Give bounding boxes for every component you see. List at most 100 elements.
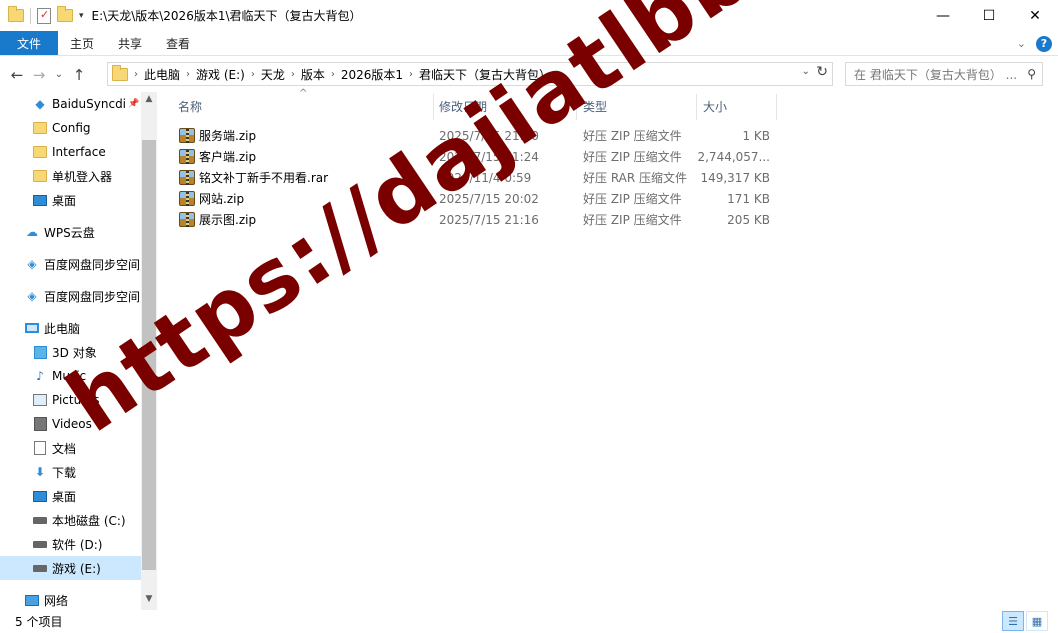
zip-archive-icon <box>179 128 195 143</box>
help-icon[interactable]: ? <box>1036 35 1052 52</box>
file-row[interactable]: 铭文补丁新手不用看.rar 2024/11/4 0:59 好压 RAR 压缩文件… <box>175 167 785 188</box>
item-count: 5 个项目 <box>15 615 63 629</box>
column-header-type[interactable]: 类型 <box>583 92 693 120</box>
column-header-size[interactable]: 大小 <box>703 92 773 120</box>
forward-button[interactable]: → <box>28 66 50 84</box>
chevron-right-icon[interactable]: › <box>557 69 561 80</box>
expand-ribbon-icon[interactable]: ⌄ <box>1017 37 1026 50</box>
sidebar-item-videos[interactable]: Videos <box>32 412 157 436</box>
back-button[interactable]: ← <box>6 66 28 84</box>
sidebar-item-baidu-sync-2[interactable]: ◈ 百度网盘同步空间 <box>24 284 157 308</box>
sidebar-item-interface[interactable]: Interface <box>32 140 157 164</box>
rar-archive-icon <box>179 170 195 185</box>
properties-icon[interactable] <box>37 7 51 24</box>
sidebar-item-desktop-2[interactable]: 桌面 <box>32 484 157 508</box>
file-name: 客户端.zip <box>199 150 257 164</box>
refresh-icon[interactable]: ↻ <box>816 64 828 80</box>
sidebar-item-drive-d[interactable]: 软件 (D:) <box>32 532 157 556</box>
column-divider[interactable] <box>576 94 577 120</box>
3d-objects-icon <box>32 344 48 360</box>
videos-icon <box>32 416 48 432</box>
ribbon-tabs: 文件 主页 共享 查看 ⌄ ? <box>0 31 1058 56</box>
folder-icon <box>32 168 48 184</box>
baidu-icon: ◈ <box>27 257 37 271</box>
tab-view[interactable]: 查看 <box>154 31 202 55</box>
tab-file[interactable]: 文件 <box>0 31 58 55</box>
breadcrumb-2026-version[interactable]: 2026版本1 <box>335 66 409 83</box>
tab-home[interactable]: 主页 <box>58 31 106 55</box>
sidebar-item-config[interactable]: Config <box>32 116 157 140</box>
sidebar-item-drive-e[interactable]: 游戏 (E:) <box>0 556 141 580</box>
close-button[interactable]: ✕ <box>1012 0 1058 31</box>
computer-icon <box>24 320 40 336</box>
sidebar-item-downloads[interactable]: ⬇ 下载 <box>32 460 157 484</box>
sidebar-item-3d-objects[interactable]: 3D 对象 <box>32 340 157 364</box>
file-name: 服务端.zip <box>199 129 257 143</box>
breadcrumb-version[interactable]: 版本 <box>295 66 331 83</box>
file-date: 2024/11/4 0:59 <box>439 170 532 185</box>
file-date: 2025/7/15 21:16 <box>439 212 539 227</box>
file-row[interactable]: 服务端.zip 2025/7/15 21:20 好压 ZIP 压缩文件 1 KB <box>175 125 785 146</box>
column-divider[interactable] <box>433 94 434 120</box>
baidu-sync-icon: ◆ <box>35 97 45 111</box>
sidebar-item-music[interactable]: ♪ Music <box>32 364 157 388</box>
large-icons-view-icon[interactable]: ▦ <box>1026 611 1048 631</box>
file-row[interactable]: 展示图.zip 2025/7/15 21:16 好压 ZIP 压缩文件 205 … <box>175 209 785 230</box>
maximize-button[interactable]: ☐ <box>966 0 1012 31</box>
file-row[interactable]: 网站.zip 2025/7/15 20:02 好压 ZIP 压缩文件 171 K… <box>175 188 785 209</box>
status-bar: 5 个项目 <box>0 610 1058 633</box>
recent-locations-button[interactable]: ⌄ <box>50 69 68 80</box>
details-view-icon[interactable]: ☰ <box>1002 611 1024 631</box>
sidebar-item-desktop[interactable]: 桌面 <box>32 188 157 212</box>
column-header-date[interactable]: 修改日期 <box>439 92 575 120</box>
minimize-button[interactable]: — <box>920 0 966 31</box>
customize-dropdown-icon[interactable]: ▾ <box>79 11 84 21</box>
title-bar: ▾ E:\天龙\版本\2026版本1\君临天下（复古大背包） — ☐ ✕ <box>0 0 1058 31</box>
navigation-pane: ◆ BaiduSyncdi 📌 Config Interface 单机登入器 桌… <box>0 92 157 610</box>
sidebar-item-drive-c[interactable]: 本地磁盘 (C:) <box>32 508 157 532</box>
new-folder-icon[interactable] <box>57 6 73 22</box>
file-date: 2025/7/15 20:02 <box>439 191 539 206</box>
file-size: 205 KB <box>727 212 770 227</box>
sidebar-item-wps-cloud[interactable]: ☁ WPS云盘 <box>24 220 157 244</box>
sidebar-item-launcher[interactable]: 单机登入器 <box>32 164 157 188</box>
scrollbar-thumb[interactable] <box>142 140 156 570</box>
divider <box>30 7 31 24</box>
address-bar[interactable]: › 此电脑 › 游戏 (E:) › 天龙 › 版本 › 2026版本1 › 君临… <box>107 62 833 86</box>
sidebar-scrollbar[interactable]: ▲ ▼ <box>141 92 157 610</box>
address-dropdown-icon[interactable]: ⌄ <box>802 66 810 77</box>
documents-icon <box>32 440 48 456</box>
zip-archive-icon <box>179 149 195 164</box>
network-icon <box>24 592 40 608</box>
sidebar-item-baidu-sync-1[interactable]: ◈ 百度网盘同步空间 <box>24 252 157 276</box>
folder-icon <box>112 64 128 81</box>
file-size: 2,744,057... <box>697 149 770 164</box>
sidebar-item-baidusync[interactable]: ◆ BaiduSyncdi 📌 <box>32 92 141 116</box>
sidebar-item-pictures[interactable]: Pictures <box>32 388 157 412</box>
search-icon[interactable]: ⚲ <box>1027 67 1036 81</box>
sidebar-item-this-pc[interactable]: 此电脑 <box>24 316 157 340</box>
breadcrumb-drive-e[interactable]: 游戏 (E:) <box>190 66 251 83</box>
file-type: 好压 ZIP 压缩文件 <box>583 150 682 164</box>
column-divider[interactable] <box>696 94 697 120</box>
file-type: 好压 RAR 压缩文件 <box>583 171 688 185</box>
baidu-icon: ◈ <box>27 289 37 303</box>
column-divider[interactable] <box>776 94 777 120</box>
sidebar-item-documents[interactable]: 文档 <box>32 436 157 460</box>
tab-share[interactable]: 共享 <box>106 31 154 55</box>
column-header-name[interactable]: 名称 <box>178 92 433 120</box>
scroll-down-icon[interactable]: ▼ <box>141 594 157 608</box>
pin-icon[interactable]: 📌 <box>128 99 139 109</box>
breadcrumb-this-pc[interactable]: 此电脑 <box>138 66 186 83</box>
breadcrumb-tianlong[interactable]: 天龙 <box>255 66 291 83</box>
breadcrumb-current-folder[interactable]: 君临天下（复古大背包） <box>413 66 557 83</box>
scroll-up-icon[interactable]: ▲ <box>141 94 157 108</box>
drive-icon <box>32 560 48 576</box>
sidebar-item-network[interactable]: 网络 <box>24 588 157 610</box>
up-button[interactable]: ↑ <box>68 66 90 84</box>
search-input[interactable]: 在 君临天下（复古大背包） ... ⚲ <box>845 62 1043 86</box>
folder-icon <box>32 144 48 160</box>
file-row[interactable]: 客户端.zip 2025/7/15 21:24 好压 ZIP 压缩文件 2,74… <box>175 146 785 167</box>
file-type: 好压 ZIP 压缩文件 <box>583 192 682 206</box>
quick-access-toolbar: ▾ <box>0 0 84 31</box>
